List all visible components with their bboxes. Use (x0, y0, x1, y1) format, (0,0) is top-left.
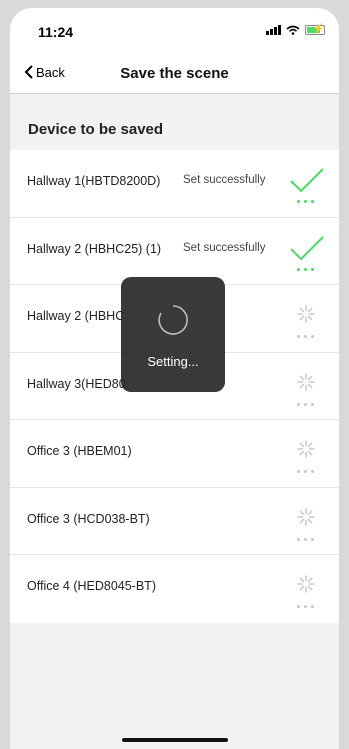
device-status: Set successfully (183, 241, 266, 254)
checkmark-icon (290, 235, 324, 260)
section-title: Device to be saved (28, 121, 164, 138)
progress-dots (297, 605, 314, 608)
device-row: Office 3 (HCD038-BT) (10, 488, 339, 555)
progress-dots (297, 335, 314, 338)
pending-spinner-icon (297, 305, 315, 323)
pending-spinner-icon (297, 507, 315, 526)
device-status: Set successfully (183, 174, 266, 186)
navigation-bar: Back Save the scene (10, 52, 339, 94)
device-row: Hallway 2 (HBHC25) (1) Set successfully (10, 218, 339, 285)
status-time: 11:24 (38, 24, 74, 40)
loading-spinner-icon (158, 305, 188, 335)
progress-dots (297, 200, 314, 203)
device-row: Office 4 (HED8045-BT) (10, 555, 339, 623)
device-name: Office 3 (HCD038-BT) (27, 511, 150, 526)
device-name: Office 3 (HBEM01) (27, 444, 132, 458)
pending-spinner-icon (297, 440, 315, 458)
progress-dots (297, 470, 314, 473)
device-name: Hallway 3(HED80 (27, 376, 126, 391)
checkmark-icon (290, 168, 324, 193)
page-title: Save the scene (120, 65, 229, 82)
battery-icon: ⚡ (305, 24, 325, 35)
progress-dots (297, 402, 314, 406)
device-name: Hallway 1(HBTD8200D) (27, 174, 161, 188)
device-name: Office 4 (HED8045-BT) (27, 579, 156, 593)
loading-overlay: Setting... (121, 277, 225, 392)
device-row: Office 3 (HBEM01) (10, 420, 339, 488)
status-icons: ⚡ (266, 24, 325, 35)
loading-label: Setting... (147, 354, 199, 369)
pending-spinner-icon (297, 372, 315, 391)
device-name: Hallway 2 (HBHC25) (1) (27, 241, 162, 256)
wifi-icon (286, 25, 300, 35)
progress-dots (297, 267, 314, 271)
home-indicator[interactable] (122, 738, 228, 742)
pending-spinner-icon (297, 575, 315, 593)
status-bar: 11:24 ⚡ (10, 8, 339, 52)
device-row: Hallway 1(HBTD8200D) Set successfully (10, 150, 339, 218)
signal-icon (266, 25, 281, 35)
device-name: Hallway 2 (HBHC (27, 309, 125, 323)
progress-dots (297, 537, 314, 541)
